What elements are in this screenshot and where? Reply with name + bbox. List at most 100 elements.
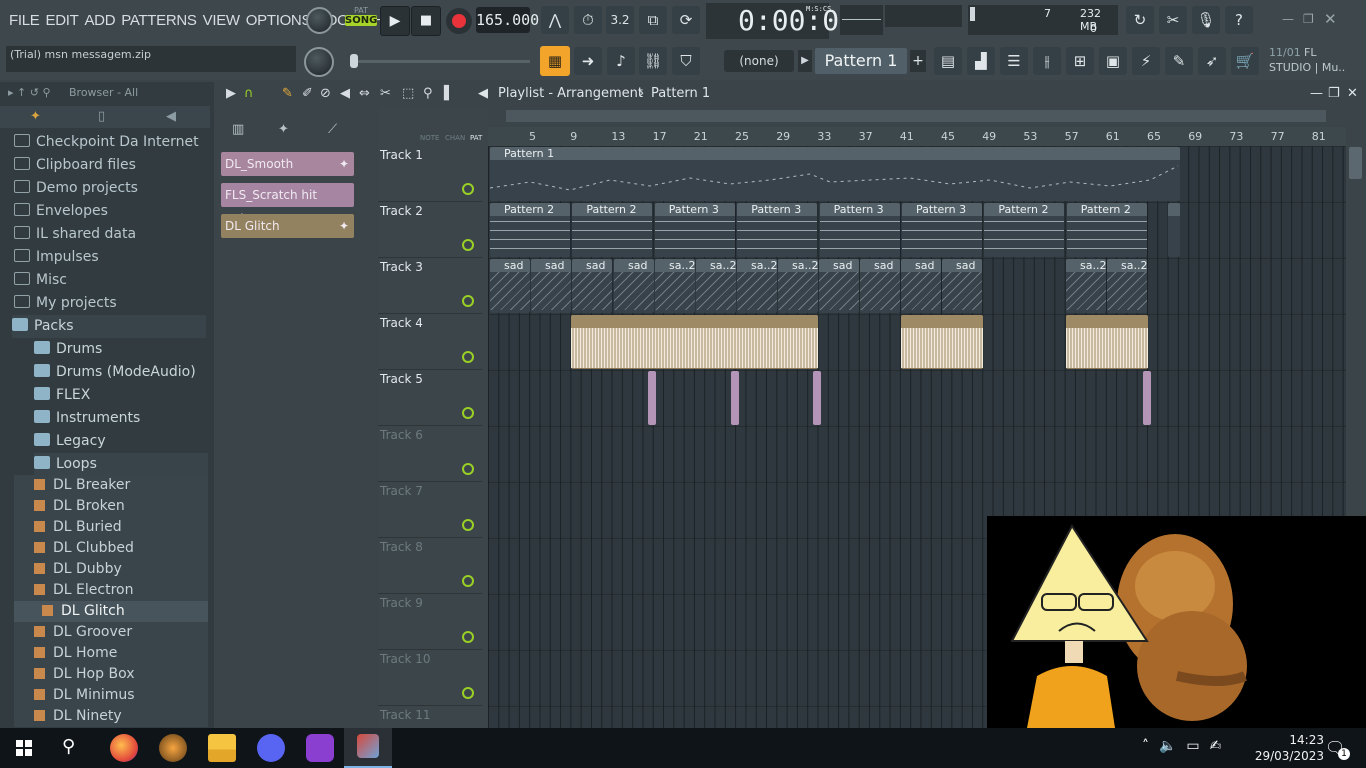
track-mute-led[interactable] (462, 183, 474, 195)
track-header[interactable]: Track 5 (378, 370, 482, 426)
loop-item[interactable]: DL Home (14, 643, 208, 664)
wrench-icon[interactable]: ✎ (1165, 47, 1193, 75)
pattern-clip[interactable]: sa..2 (696, 259, 736, 313)
plugin-icon[interactable]: ⚡ (1132, 47, 1160, 75)
audio-clip[interactable] (901, 315, 983, 369)
picker-clip[interactable]: FLS_Scratch hit 80bpm ✦ (221, 183, 354, 226)
fl-news-badge[interactable]: 11/01 FL STUDIO | Mu.. (1264, 45, 1364, 77)
track-header[interactable]: Track 3 (378, 258, 482, 314)
loop-item[interactable]: DL Breaker (14, 475, 208, 496)
track-mute-led[interactable] (462, 295, 474, 307)
browser-folder[interactable]: Impulses (14, 246, 208, 269)
browser-packs[interactable]: Packs (12, 315, 206, 338)
pattern-selector[interactable]: Pattern 1 (815, 48, 907, 74)
browser-folder[interactable]: Demo projects (14, 177, 208, 200)
pattern-clip[interactable]: Pattern 3 (902, 203, 982, 257)
track-header[interactable]: Track 8 (378, 538, 482, 594)
refresh-icon[interactable]: ↻ (1126, 6, 1154, 34)
pat-song-toggle[interactable]: PAT SONG (345, 6, 377, 34)
pattern-clip[interactable]: Pattern 2 (984, 203, 1065, 257)
stop-button[interactable]: ■ (411, 6, 441, 36)
loop-record-icon[interactable]: ⟳ (672, 6, 700, 34)
audio-clip[interactable] (648, 371, 656, 425)
loop-item[interactable]: DL Hop Box (14, 664, 208, 685)
paint-tool-icon[interactable]: ✐ (302, 83, 313, 105)
browser-loops[interactable]: Loops (34, 453, 208, 476)
audio-clip[interactable] (813, 371, 821, 425)
track-header[interactable]: Track 9 (378, 594, 482, 650)
playlist-close-button[interactable]: ✕ (1347, 83, 1358, 104)
track-header[interactable]: Track 6 (378, 426, 482, 482)
browser-files-tab-icon[interactable]: ▯ (98, 106, 105, 128)
pattern-clip[interactable]: sa..2 (655, 259, 695, 313)
track-header[interactable]: Track 2 (378, 202, 482, 258)
pattern-clip[interactable]: sad (942, 259, 982, 313)
pencil-tool-icon[interactable]: ✎ (282, 83, 293, 105)
fl-studio-icon[interactable] (159, 734, 187, 762)
playlist-icon[interactable]: ▤ (934, 47, 962, 75)
track-header[interactable]: Track 10 (378, 650, 482, 706)
browser-folder[interactable]: Misc (14, 269, 208, 292)
track-mute-led[interactable] (462, 519, 474, 531)
next-icon[interactable]: ➜ (574, 47, 602, 75)
loop-item[interactable]: DL Dubby (14, 559, 208, 580)
search-icon[interactable]: ⚲ (62, 736, 75, 757)
discord-icon[interactable] (257, 734, 285, 762)
browser-folder[interactable]: Envelopes (14, 200, 208, 223)
master-volume-knob[interactable] (306, 7, 333, 34)
minimize-button[interactable]: — (1282, 12, 1298, 28)
microphone-icon[interactable]: 🎙 (1192, 6, 1220, 34)
play-arrow-icon[interactable]: ▶ (226, 83, 236, 105)
browser-speaker-tab-icon[interactable]: ◀ (166, 106, 176, 128)
speaker-icon[interactable]: ◀ (478, 83, 488, 104)
pattern-clip[interactable] (1168, 203, 1180, 257)
pattern-clip[interactable]: Pattern 3 (654, 203, 735, 257)
file-explorer-icon[interactable] (208, 734, 236, 762)
track-header[interactable]: Track 4 (378, 314, 482, 370)
track-mute-led[interactable] (462, 351, 474, 363)
track-header[interactable]: Track 7 (378, 482, 482, 538)
pattern-clip[interactable]: sa..2 (778, 259, 818, 313)
play-button[interactable]: ▶ (380, 6, 410, 36)
browser-folder[interactable]: IL shared data (14, 223, 208, 246)
menu-view[interactable]: VIEW (200, 12, 243, 29)
menu-edit[interactable]: EDIT (42, 12, 81, 29)
select-tool-icon[interactable]: ⬚ (402, 83, 414, 105)
browser-pack[interactable]: Instruments (34, 407, 208, 430)
delete-tool-icon[interactable]: ⊘ (320, 83, 331, 105)
loop-item[interactable]: DL Broken (14, 496, 208, 517)
pattern-clip[interactable]: sad (531, 259, 571, 313)
loop-item[interactable]: DL Groover (14, 622, 208, 643)
browser-nav-icons[interactable]: ▸ ↑ ↺ ⚲ (8, 82, 51, 104)
tempo-display[interactable]: 165.000 (476, 7, 539, 33)
overview-bar[interactable] (488, 106, 1346, 126)
pattern-arrow[interactable]: ▶ (798, 50, 812, 72)
send-icon[interactable]: ➶ (1198, 47, 1226, 75)
mute-tool-icon[interactable]: ◀ (340, 83, 350, 105)
pattern-clip[interactable]: sad (490, 259, 530, 313)
countdown-icon[interactable]: 3.2 (606, 6, 634, 34)
loop-item-selected[interactable]: DL Glitch (14, 601, 208, 622)
firefox-icon[interactable] (110, 734, 138, 762)
start-icon[interactable] (16, 740, 32, 756)
loop-item[interactable]: DL Buried (14, 517, 208, 538)
add-pattern-button[interactable]: + (910, 50, 926, 72)
playlist-maximize-button[interactable]: ❐ (1328, 83, 1340, 104)
slider-handle[interactable] (350, 54, 358, 68)
breadcrumb-pattern[interactable]: Pattern 1 (651, 83, 710, 104)
browser-pack[interactable]: Legacy (34, 430, 208, 453)
browser-pack[interactable]: FLEX (34, 384, 208, 407)
browser-icon[interactable]: ⊞ (1066, 47, 1094, 75)
pattern-clip[interactable]: sad (614, 259, 654, 313)
magnet-icon[interactable]: ∩ (244, 83, 254, 105)
tray-icons[interactable]: ˄🔈▭✍ (1142, 738, 1231, 754)
menu-patterns[interactable]: PATTERNS (118, 12, 199, 29)
pattern-clip[interactable]: sa..2 (1107, 259, 1147, 313)
link-icon[interactable]: ⛓ (639, 47, 667, 75)
loop-item[interactable]: DL Electron (14, 580, 208, 601)
playlist-view-icon[interactable]: ▦ (540, 46, 570, 76)
metronome-icon[interactable]: ⋀ (541, 6, 569, 34)
wait-input-icon[interactable]: ⏱ (574, 6, 602, 34)
picker-audio-icon[interactable]: ✦ (278, 122, 289, 137)
menu-add[interactable]: ADD (81, 12, 118, 29)
